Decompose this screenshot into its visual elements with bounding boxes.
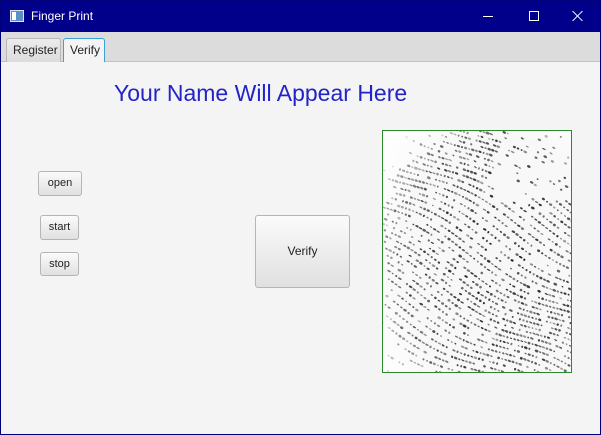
minimize-icon	[483, 16, 493, 17]
verify-panel: Your Name Will Appear Here open start st…	[1, 62, 600, 434]
fingerprint-image-frame	[382, 130, 572, 373]
stop-button[interactable]: stop	[40, 252, 79, 276]
maximize-icon	[529, 11, 539, 21]
tab-register[interactable]: Register	[6, 38, 61, 62]
name-heading: Your Name Will Appear Here	[114, 80, 408, 106]
tab-bar: Register Verify	[1, 32, 600, 63]
app-window: Finger Print Register Verify Your Name W…	[0, 0, 601, 435]
close-icon	[572, 10, 584, 22]
start-button[interactable]: start	[40, 215, 79, 240]
minimize-button[interactable]	[465, 1, 511, 32]
fingerprint-image	[383, 131, 571, 372]
verify-button[interactable]: Verify	[255, 215, 350, 288]
tab-verify[interactable]: Verify	[63, 38, 105, 63]
window-title: Finger Print	[31, 9, 94, 23]
maximize-button[interactable]	[511, 1, 557, 32]
title-bar[interactable]: Finger Print	[1, 1, 600, 32]
close-button[interactable]	[555, 1, 600, 32]
app-icon	[10, 10, 24, 22]
open-button[interactable]: open	[38, 171, 82, 196]
